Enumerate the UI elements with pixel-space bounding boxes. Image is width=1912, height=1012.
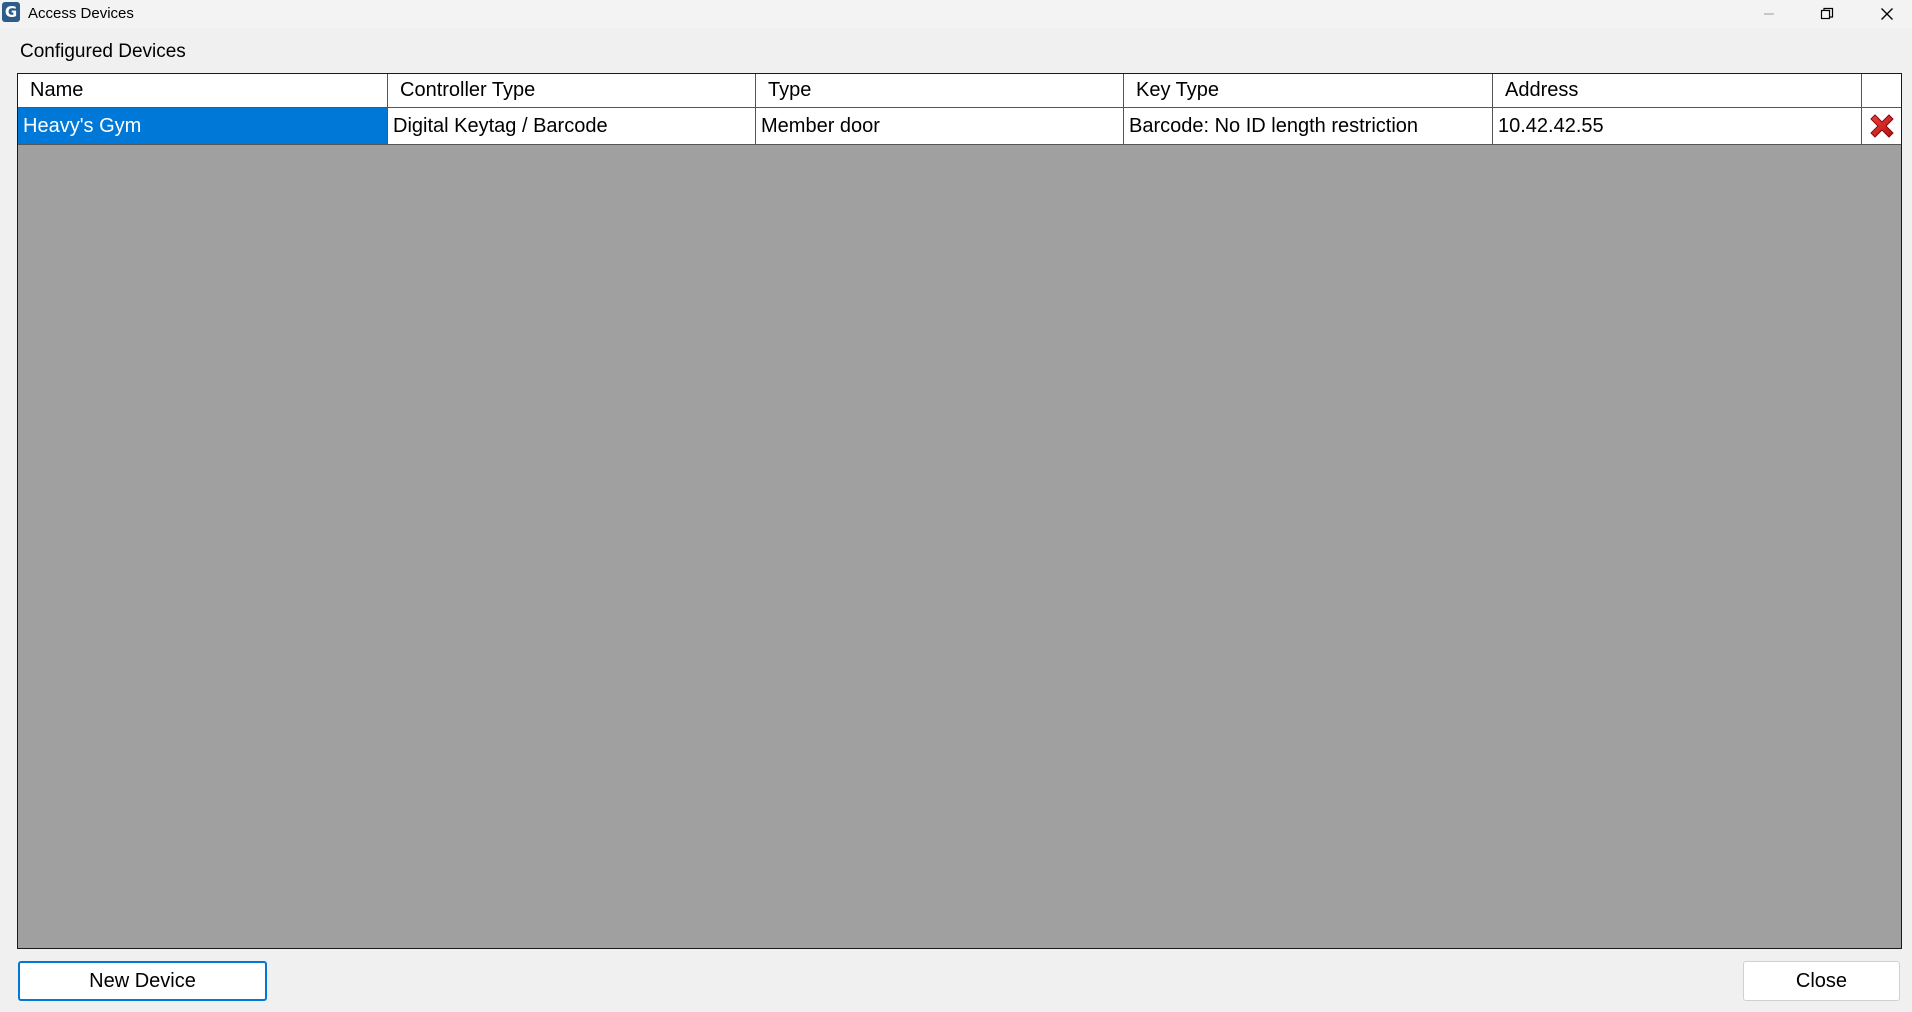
delete-device-button[interactable] (1862, 108, 1901, 144)
column-header-actions (1862, 74, 1901, 107)
app-logo-glyph: G (4, 3, 18, 21)
delete-x-icon (1869, 114, 1894, 138)
title-bar: G Access Devices (0, 0, 1912, 28)
cell-type[interactable]: Member door (756, 108, 1124, 144)
devices-grid[interactable]: Name Controller Type Type Key Type Addre… (17, 73, 1902, 949)
minimize-icon (1764, 13, 1774, 15)
cell-key-type[interactable]: Barcode: No ID length restriction (1124, 108, 1493, 144)
restore-icon (1820, 7, 1834, 20)
grid-header: Name Controller Type Type Key Type Addre… (18, 74, 1901, 108)
close-window-button[interactable] (1858, 0, 1912, 28)
table-row[interactable]: Heavy's Gym Digital Keytag / Barcode Mem… (18, 108, 1901, 145)
cell-controller-type[interactable]: Digital Keytag / Barcode (388, 108, 756, 144)
restore-button[interactable] (1798, 0, 1856, 28)
window-title: Access Devices (28, 5, 134, 22)
column-header-key-type[interactable]: Key Type (1124, 74, 1493, 107)
cell-name[interactable]: Heavy's Gym (18, 108, 388, 144)
configured-devices-label: Configured Devices (20, 41, 186, 62)
column-header-address[interactable]: Address (1493, 74, 1862, 107)
column-header-controller-type[interactable]: Controller Type (388, 74, 756, 107)
new-device-button[interactable]: New Device (18, 961, 267, 1001)
close-icon (1881, 8, 1893, 20)
close-button[interactable]: Close (1743, 961, 1900, 1001)
minimize-button[interactable] (1740, 0, 1798, 28)
app-logo-icon: G (2, 2, 20, 22)
cell-address[interactable]: 10.42.42.55 (1493, 108, 1862, 144)
column-header-name[interactable]: Name (18, 74, 388, 107)
column-header-type[interactable]: Type (756, 74, 1124, 107)
